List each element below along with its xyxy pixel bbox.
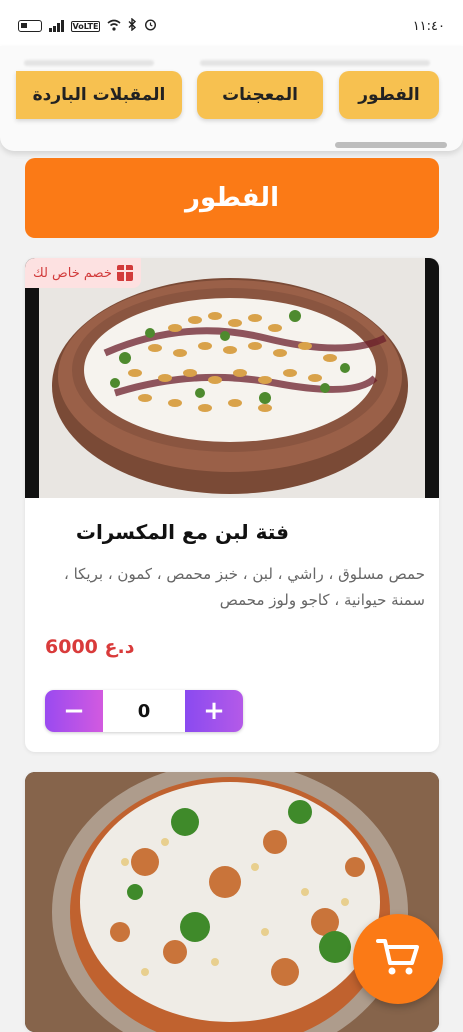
dish-description: حمص مسلوق ، راشي ، لبن ، خبز محمص ، كمون… [63, 565, 425, 609]
ghost-text-left [24, 56, 154, 72]
status-bar: VoLTE ١١:٤٠ [0, 0, 463, 52]
volte-icon: VoLTE [70, 20, 101, 32]
category-scrollbar[interactable] [335, 142, 447, 148]
dish-price: 6000 د.ع [45, 636, 135, 658]
cart-button[interactable] [353, 914, 443, 1004]
category-tab-pastries[interactable]: المعجنات [197, 71, 323, 119]
category-tab-cold-appetizers[interactable]: المقبلات الباردة [16, 71, 182, 119]
cart-icon [376, 937, 420, 981]
dish-card[interactable]: خصم خاص لك فتة لبن مع المكسرات حمص مسلوق… [25, 258, 439, 752]
clock: ١١:٤٠ [412, 18, 445, 34]
battery-icon [18, 20, 42, 32]
quantity-value: 0 [103, 690, 185, 732]
decrease-quantity-button[interactable]: − [45, 690, 103, 732]
alarm-icon [144, 18, 157, 34]
ghost-text-right [200, 56, 430, 72]
wifi-icon [107, 19, 121, 34]
increase-quantity-button[interactable]: + [185, 690, 243, 732]
gift-icon [116, 265, 133, 281]
discount-badge: خصم خاص لك [25, 258, 141, 288]
status-icons: VoLTE [18, 17, 157, 34]
bluetooth-icon [128, 17, 137, 34]
badge-label: خصم خاص لك [33, 265, 112, 281]
quantity-stepper: − 0 + [45, 690, 243, 732]
dish-name: فتة لبن مع المكسرات [75, 520, 289, 544]
category-bar[interactable]: المقبلات الباردة المعجنات الفطور [0, 46, 463, 151]
dish-image [25, 258, 439, 498]
category-tab-breakfast[interactable]: الفطور [339, 71, 439, 119]
section-title: الفطور [25, 158, 439, 238]
signal-icon [49, 20, 64, 32]
